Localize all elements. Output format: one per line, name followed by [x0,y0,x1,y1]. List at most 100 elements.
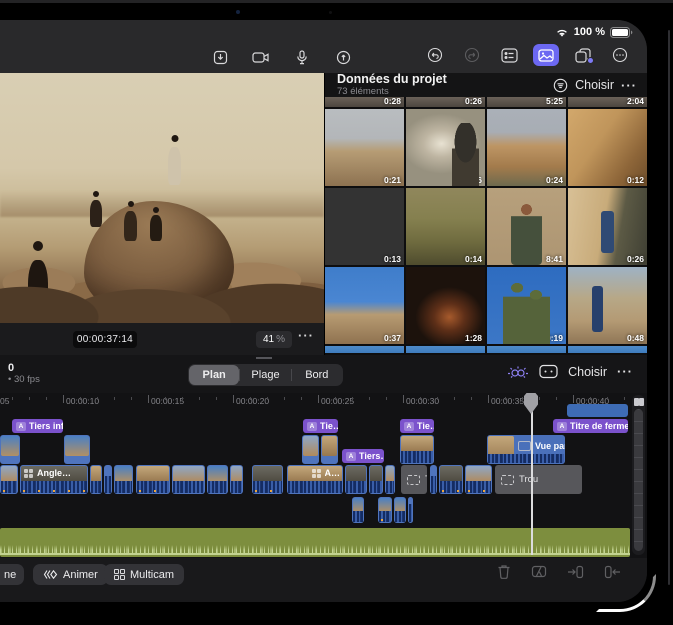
title-clip[interactable]: ATie… [400,419,434,433]
storyline-clip[interactable] [114,465,133,494]
enhance-icon[interactable] [507,364,529,379]
storyline-clip[interactable] [230,465,243,494]
storyline-clip-angle[interactable]: Angle… [20,465,88,494]
storyline-clip[interactable] [252,465,283,494]
storyline-clip[interactable] [439,465,463,494]
timeline-choose-button[interactable]: Choisir [568,365,607,379]
media-thumbnail[interactable]: 2:04 [568,97,647,107]
ruler-label: 00:00:10 [66,396,99,406]
media-thumbnail[interactable] [406,346,485,353]
media-thumbnail[interactable]: 8:41 [487,188,566,265]
title-icon: A [307,422,317,431]
connected-clip-below[interactable] [408,497,413,523]
title-clip-closing[interactable]: ATitre de fermeture [553,419,628,433]
inspector-icon[interactable] [496,44,522,66]
storyline-clip[interactable] [136,465,170,494]
clip-duration: 2:04 [627,97,644,106]
clip-appearance-icon[interactable] [539,364,558,379]
multicam-grid-icon [114,569,125,580]
gap-clip[interactable]: T [401,465,427,494]
filter-icon[interactable] [553,78,568,93]
zoom-level-control[interactable]: 41 % [256,331,292,348]
effects-icon[interactable] [570,44,596,66]
media-thumbnail[interactable] [487,346,566,353]
connected-clip[interactable] [302,435,319,464]
media-thumbnail[interactable]: 0:13 [325,188,404,265]
effects-badge [587,57,594,64]
scrollbar-thumb[interactable] [634,409,643,551]
connected-clip-pano[interactable]: Vue pano… [487,435,565,464]
media-thumbnail[interactable]: 0:19 [487,267,566,344]
viewer-more-icon[interactable]: ··· [298,328,314,343]
media-thumbnail[interactable]: 1:28 [406,267,485,344]
storyline-clip[interactable] [369,465,383,494]
media-browser-button[interactable] [533,44,559,66]
storyline-clip-multicam[interactable]: A… [287,465,343,494]
blade-icon[interactable] [531,564,547,579]
scroll-handle-icon [634,398,639,406]
multicam-button[interactable]: Multicam [104,564,184,585]
media-thumbnail[interactable]: 0:14 [406,188,485,265]
media-thumbnail[interactable]: 0:21 [325,109,404,186]
storyline-clip[interactable] [172,465,205,494]
media-thumbnail[interactable]: 0:12 [568,109,647,186]
connected-clip[interactable] [0,435,20,464]
media-thumbnail[interactable]: 0:28 [325,97,404,107]
media-thumbnail[interactable]: 0:26 [406,109,485,186]
more-options-icon[interactable] [607,44,633,66]
tab-bord[interactable]: Bord [292,365,342,385]
media-thumbnail[interactable]: 5:25 [487,97,566,107]
connected-clip[interactable] [321,435,338,464]
storyline-clip[interactable] [465,465,492,494]
gap-clip-trou[interactable]: Trou [495,465,582,494]
timeline-ruler[interactable]: 0500:00:1000:00:1500:00:2000:00:2500:00:… [0,393,647,410]
title-clip[interactable]: ATiers… [342,449,384,463]
connected-clip-below[interactable] [352,497,364,523]
storyline-clip[interactable] [345,465,367,494]
timecode-display[interactable]: 00:00:37:14 [73,331,137,348]
storyline-clip[interactable] [0,465,18,494]
scene-button[interactable]: ne [0,564,24,585]
connected-clip-below[interactable] [378,497,392,523]
title-clip[interactable]: ATiers inf… [12,419,63,433]
storyline-clip[interactable] [90,465,102,494]
connected-clip-bar[interactable] [567,404,628,417]
connected-clip[interactable] [64,435,90,464]
browser-more-icon[interactable]: ··· [621,78,637,93]
storyline-clip[interactable] [207,465,228,494]
timeline-scrollbar[interactable] [632,395,645,555]
tab-plan[interactable]: Plan [189,365,239,385]
trash-icon[interactable] [497,564,511,579]
audio-clip-lane[interactable] [0,528,630,557]
pano-clip-label: Vue pano… [535,441,565,451]
tab-plage[interactable]: Plage [240,365,290,385]
storyline-clip[interactable] [104,465,112,494]
animate-button[interactable]: Animer [33,564,108,585]
import-icon[interactable] [207,46,233,68]
storyline-clip[interactable] [430,465,437,494]
scene-person-2 [90,191,102,227]
connected-clip[interactable] [400,435,434,464]
microphone-icon[interactable] [289,46,315,68]
media-thumbnail[interactable]: 0:26 [568,188,647,265]
redo-icon[interactable] [459,44,485,66]
playhead-handle[interactable] [524,393,538,414]
browser-choose-button[interactable]: Choisir [575,78,614,92]
media-thumbnail[interactable]: 0:24 [487,109,566,186]
insert-icon[interactable] [567,565,584,579]
timeline-more-icon[interactable]: ··· [617,364,633,379]
media-thumbnail[interactable] [325,346,404,353]
media-thumbnail[interactable]: 0:37 [325,267,404,344]
title-clip[interactable]: ATie… [303,419,338,433]
viewer-video-frame[interactable] [0,73,324,323]
media-thumbnail[interactable]: 0:48 [568,267,647,344]
pencil-icon[interactable] [330,46,356,68]
media-thumbnail[interactable] [568,346,647,353]
connected-clip-below[interactable] [394,497,406,523]
storyline-clip[interactable] [385,465,395,494]
undo-icon[interactable] [422,44,448,66]
main-area: 00:00:37:14 41 % ··· Données du projet 7… [0,73,647,355]
record-camera-icon[interactable] [248,46,274,68]
clip-duration: 0:12 [627,175,644,185]
media-thumbnail[interactable]: 0:26 [406,97,485,107]
